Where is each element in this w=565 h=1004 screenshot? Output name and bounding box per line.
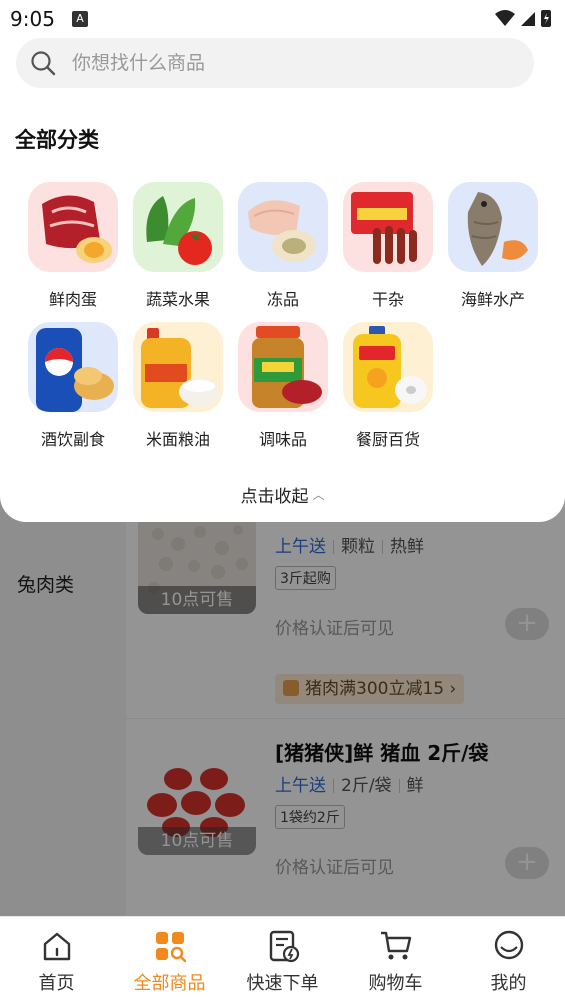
detergent-icon — [343, 322, 433, 412]
signal-battery-icons — [495, 10, 551, 27]
section-title: 全部分类 — [15, 128, 99, 152]
all-products-icon — [155, 932, 186, 963]
drink-snack-icon — [28, 322, 118, 412]
category-item-seasoning[interactable]: 调味品 — [235, 322, 331, 450]
quick-order-icon — [269, 930, 299, 963]
nav-cart[interactable]: 购物车 — [339, 929, 452, 995]
category-label: 米面粮油 — [145, 430, 210, 449]
category-label: 鲜肉蛋 — [48, 290, 97, 309]
profile-icon — [494, 930, 523, 960]
collapse-label: 点击收起 — [240, 487, 309, 507]
category-label: 酒饮副食 — [40, 430, 105, 449]
nav-label: 全部商品 — [133, 973, 206, 994]
cart-icon — [380, 931, 411, 960]
category-item-rice-oil[interactable]: 米面粮油 — [130, 322, 226, 450]
home-icon — [43, 932, 70, 961]
category-item-vegetable-fruit[interactable]: 蔬菜水果 — [130, 182, 226, 310]
category-item-kitchen-goods[interactable]: 餐厨百货 — [340, 322, 436, 450]
nav-label: 购物车 — [368, 973, 423, 994]
status-bar: 9:05 A — [0, 0, 565, 36]
category-item-drinks-snacks[interactable]: 酒饮副食 — [25, 322, 121, 450]
nav-label: 我的 — [490, 973, 527, 994]
category-item-seafood[interactable]: 海鲜水产 — [445, 182, 541, 310]
collapse-button[interactable]: 点击收起 ︿ — [0, 482, 565, 507]
category-item-meat-egg[interactable]: 鲜肉蛋 — [25, 182, 121, 310]
frozen-food-icon — [238, 182, 328, 272]
category-label: 调味品 — [258, 430, 307, 449]
nav-label: 快速下单 — [246, 973, 319, 994]
search-input[interactable] — [72, 38, 512, 88]
nav-profile[interactable]: 我的 — [452, 929, 565, 995]
notification-icon: A — [72, 11, 88, 27]
nav-quick-order[interactable]: 快速下单 — [226, 929, 339, 995]
category-panel: 9:05 A 全部分类 鲜肉蛋 — [0, 0, 565, 522]
seasoning-jar-icon — [238, 322, 328, 412]
meat-egg-icon — [28, 182, 118, 272]
search-icon — [31, 51, 56, 76]
category-label: 海鲜水产 — [460, 290, 525, 309]
category-label: 干杂 — [371, 290, 404, 309]
vegetable-fruit-icon — [133, 182, 223, 272]
category-item-dry-goods[interactable]: 干杂 — [340, 182, 436, 310]
nav-home[interactable]: 首页 — [0, 929, 113, 995]
bottom-nav: 首页 全部商品 快速下单 购物车 我的 — [0, 916, 565, 1004]
nav-label: 首页 — [38, 973, 75, 994]
fish-seafood-icon — [448, 182, 538, 272]
rice-oil-icon — [133, 322, 223, 412]
category-label: 蔬菜水果 — [145, 290, 210, 309]
status-time: 9:05 — [10, 7, 55, 31]
nav-all-products[interactable]: 全部商品 — [113, 929, 226, 995]
category-item-frozen[interactable]: 冻品 — [235, 182, 331, 310]
sausage-icon — [343, 182, 433, 272]
category-label: 冻品 — [266, 290, 299, 309]
chevron-up-icon: ︿ — [312, 488, 325, 502]
category-label: 餐厨百货 — [355, 430, 420, 449]
search-bar[interactable] — [16, 38, 534, 88]
